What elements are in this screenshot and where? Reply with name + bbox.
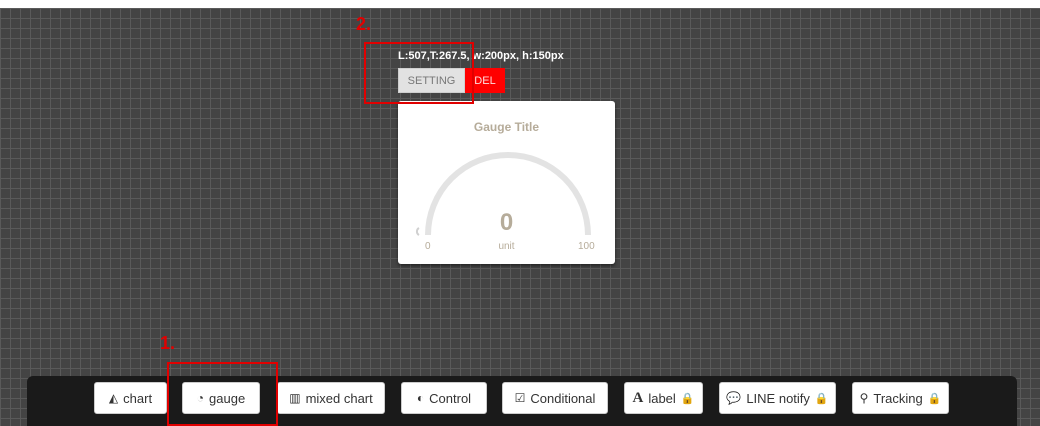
chart-button[interactable]: ◭ chart	[94, 382, 167, 414]
map-marker-icon: ⚲	[859, 391, 869, 405]
annotation-number-2: 2.	[356, 14, 372, 34]
control-button-label: Control	[429, 390, 472, 406]
font-icon: A	[632, 389, 644, 406]
gauge-arc	[415, 152, 591, 236]
annotation-box-2	[364, 42, 474, 104]
annotation-number-1: 1.	[160, 333, 176, 353]
conditional-button[interactable]: ☑ Conditional	[502, 382, 608, 414]
mixed-chart-button[interactable]: ▥ mixed chart	[277, 382, 385, 414]
line-notify-button-label: LINE notify	[746, 390, 810, 406]
label-button-label: label	[648, 390, 676, 406]
gauge-min: 0	[425, 241, 431, 252]
line-notify-button[interactable]: 💬 LINE notify 🔒	[719, 382, 836, 414]
lock-icon: 🔒	[814, 392, 829, 405]
lock-icon: 🔒	[927, 392, 942, 405]
tracking-button[interactable]: ⚲ Tracking 🔒	[852, 382, 949, 414]
annotation-box-1	[167, 362, 278, 426]
label-button[interactable]: A label 🔒	[624, 382, 703, 414]
area-chart-icon: ◭	[108, 391, 119, 405]
chat-bubble-icon: 💬	[726, 391, 742, 405]
lock-icon: 🔒	[680, 392, 695, 405]
gauge-max: 100	[578, 241, 595, 252]
gauge-value: 0	[499, 209, 514, 236]
chart-button-label: chart	[123, 390, 153, 406]
bar-chart-icon: ▥	[289, 391, 301, 405]
toggle-icon: ◐	[416, 391, 425, 405]
mixed-chart-button-label: mixed chart	[305, 390, 373, 406]
control-button[interactable]: ◐ Control	[401, 382, 487, 414]
gauge-widget[interactable]: Gauge Title 0 unit 0 100	[398, 101, 615, 264]
tracking-button-label: Tracking	[873, 390, 923, 406]
conditional-button-label: Conditional	[530, 390, 596, 406]
checkbox-icon: ☑	[514, 391, 526, 405]
